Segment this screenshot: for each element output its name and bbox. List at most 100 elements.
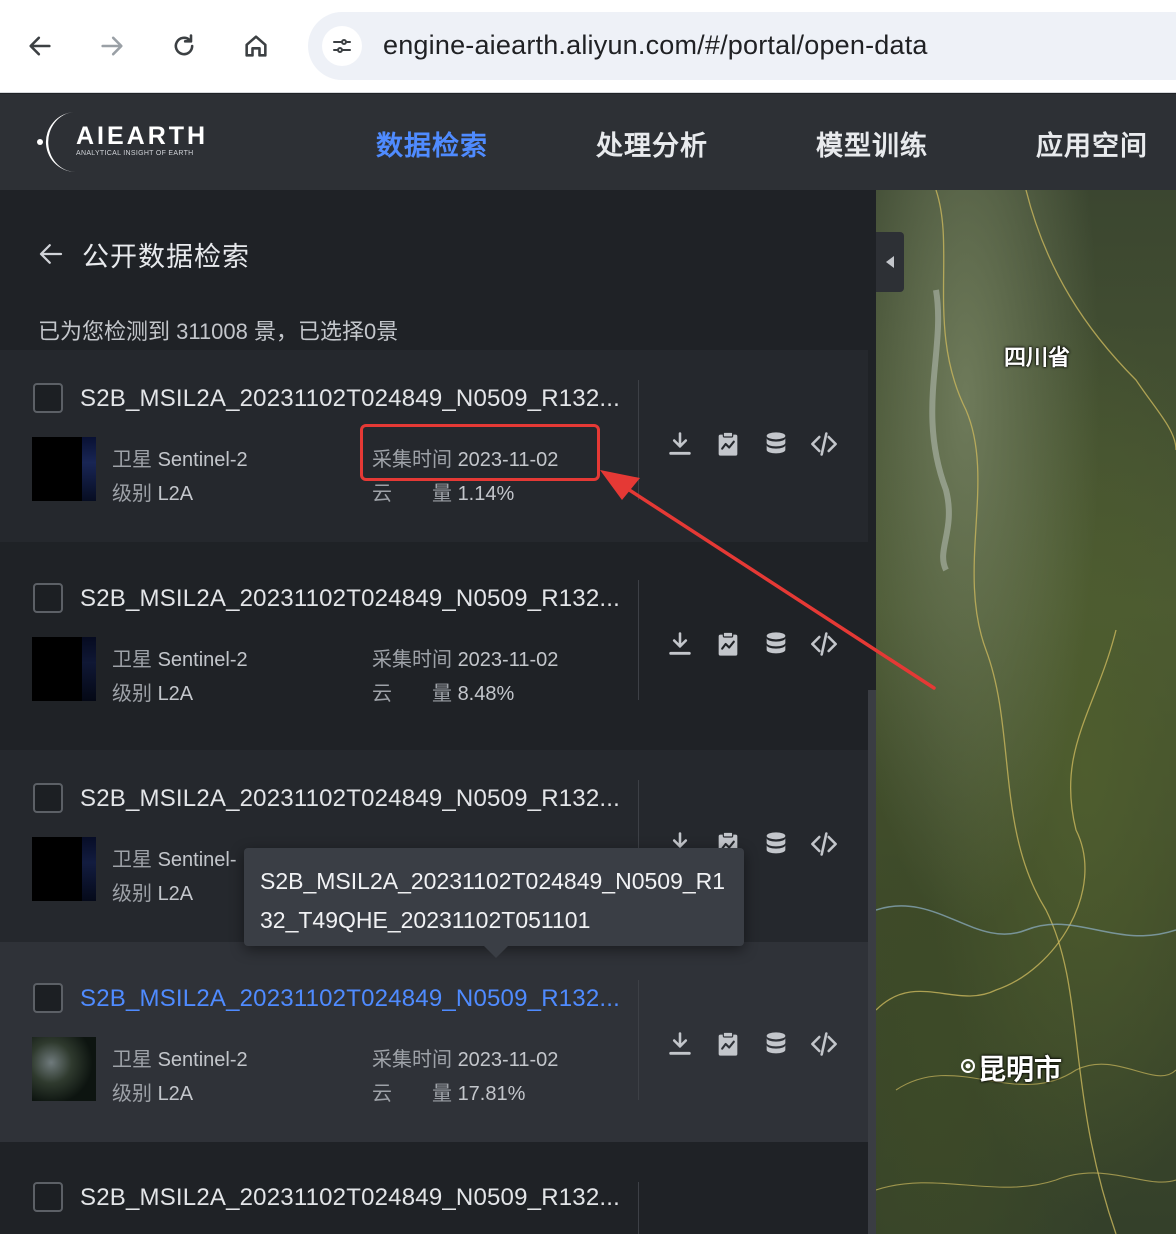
browser-home-button[interactable]	[235, 25, 277, 67]
time-label: 采集时间	[372, 1049, 452, 1071]
result-row[interactable]: S2B_MSIL2A_20231102T024849_N0509_R132...	[0, 1142, 868, 1234]
clipboard-chart-icon[interactable]	[712, 628, 744, 660]
map-label-sichuan: 四川省	[1004, 345, 1071, 370]
level-label: 级别	[112, 883, 152, 905]
level-value: L2A	[157, 1083, 194, 1105]
satellite-field: 卫星 Sentinel-2	[112, 643, 248, 672]
search-results-panel: 公开数据检索 已为您检测到 311008 景，已选择0景 S2B_MSIL2A_…	[0, 190, 876, 1234]
level-field: 级别 L2A	[112, 877, 193, 906]
browser-back-button[interactable]	[19, 25, 61, 67]
url-text[interactable]: engine-aiearth.aliyun.com/#/portal/open-…	[383, 30, 928, 61]
time-field: 采集时间 2023-11-02	[372, 643, 558, 672]
cloud-value: 17.81%	[457, 1083, 526, 1105]
row-checkbox[interactable]	[33, 383, 63, 413]
cloud-field: 云 量 1.14%	[372, 477, 514, 506]
level-label: 级别	[112, 683, 152, 705]
level-value: L2A	[157, 683, 194, 705]
divider	[638, 380, 639, 500]
browser-toolbar: engine-aiearth.aliyun.com/#/portal/open-…	[0, 0, 1176, 93]
nav-app-space[interactable]: 应用空间	[1036, 124, 1148, 163]
result-title[interactable]: S2B_MSIL2A_20231102T024849_N0509_R132...	[80, 1184, 625, 1212]
satellite-value: Sentinel-2	[157, 1049, 248, 1071]
level-label: 级别	[112, 483, 152, 505]
code-icon[interactable]	[808, 1028, 840, 1060]
satellite-value: Sentinel-2	[157, 449, 248, 471]
result-thumbnail[interactable]	[32, 837, 96, 901]
code-icon[interactable]	[808, 828, 840, 860]
caret-left-icon	[886, 256, 894, 268]
city-marker-icon	[961, 1059, 975, 1073]
site-settings-icon[interactable]	[322, 26, 362, 66]
scrollbar[interactable]	[868, 690, 876, 1234]
nav-data-search[interactable]: 数据检索	[376, 124, 488, 163]
download-icon[interactable]	[664, 1028, 696, 1060]
tooltip-arrow	[484, 946, 508, 958]
cloud-value: 1.14%	[457, 483, 515, 505]
row-actions	[664, 628, 840, 660]
time-value: 2023-11-02	[457, 1049, 559, 1071]
arrow-left-icon[interactable]	[36, 239, 66, 269]
panel-header: 公开数据检索	[36, 234, 250, 274]
level-label: 级别	[112, 1083, 152, 1105]
row-actions	[664, 428, 840, 460]
row-checkbox[interactable]	[33, 783, 63, 813]
divider	[638, 580, 639, 700]
result-thumbnail[interactable]	[32, 1037, 96, 1101]
database-icon[interactable]	[760, 828, 792, 860]
row-checkbox[interactable]	[33, 583, 63, 613]
database-icon[interactable]	[760, 1028, 792, 1060]
row-checkbox[interactable]	[33, 1182, 63, 1212]
result-title[interactable]: S2B_MSIL2A_20231102T024849_N0509_R132...	[80, 785, 625, 813]
satellite-field: 卫星 Sentinel-2	[112, 1043, 248, 1072]
cloud-value: 8.48%	[457, 683, 515, 705]
arrow-right-icon	[101, 36, 123, 56]
nav-processing-analysis[interactable]: 处理分析	[596, 124, 708, 163]
address-bar[interactable]: engine-aiearth.aliyun.com/#/portal/open-…	[308, 12, 1176, 80]
result-row-hovered[interactable]: S2B_MSIL2A_20231102T024849_N0509_R132...…	[0, 942, 868, 1142]
clipboard-chart-icon[interactable]	[712, 428, 744, 460]
panel-title: 公开数据检索	[82, 241, 250, 272]
satellite-label: 卫星	[112, 1049, 152, 1071]
satellite-map[interactable]: 四川省 昆明市	[876, 190, 1176, 1234]
result-title[interactable]: S2B_MSIL2A_20231102T024849_N0509_R132...	[80, 385, 625, 413]
nav-model-training[interactable]: 模型训练	[816, 124, 928, 163]
clipboard-chart-icon[interactable]	[712, 1028, 744, 1060]
app-header: AIEARTH ANALYTICAL INSIGHT OF EARTH 数据检索…	[0, 94, 1176, 190]
result-thumbnail[interactable]	[32, 637, 96, 701]
result-title[interactable]: S2B_MSIL2A_20231102T024849_N0509_R132...	[80, 985, 625, 1013]
download-icon[interactable]	[664, 628, 696, 660]
satellite-value: Sentinel-	[157, 849, 237, 871]
time-value: 2023-11-02	[457, 649, 559, 671]
result-summary: 已为您检测到 311008 景，已选择0景	[38, 319, 399, 344]
level-field: 级别 L2A	[112, 677, 193, 706]
logo-subtitle: ANALYTICAL INSIGHT OF EARTH	[76, 150, 194, 157]
result-row[interactable]: S2B_MSIL2A_20231102T024849_N0509_R132...…	[0, 550, 868, 742]
divider	[638, 1182, 639, 1234]
tooltip-text: S2B_MSIL2A_20231102T024849_N0509_R132_T4…	[260, 868, 726, 933]
logo[interactable]: AIEARTH ANALYTICAL INSIGHT OF EARTH	[34, 108, 214, 174]
database-icon[interactable]	[760, 628, 792, 660]
database-icon[interactable]	[760, 428, 792, 460]
result-title[interactable]: S2B_MSIL2A_20231102T024849_N0509_R132...	[80, 585, 625, 613]
map-label-kunming: 昆明市	[978, 1054, 1063, 1085]
collapse-panel-button[interactable]	[876, 232, 904, 292]
satellite-label: 卫星	[112, 449, 152, 471]
code-icon[interactable]	[808, 428, 840, 460]
code-icon[interactable]	[808, 628, 840, 660]
time-field: 采集时间 2023-11-02	[372, 1043, 558, 1072]
cloud-label: 云 量	[372, 483, 452, 505]
arrow-left-icon	[29, 36, 51, 56]
browser-forward-button[interactable]	[91, 25, 133, 67]
satellite-label: 卫星	[112, 849, 152, 871]
level-field: 级别 L2A	[112, 477, 193, 506]
satellite-label: 卫星	[112, 649, 152, 671]
download-icon[interactable]	[664, 428, 696, 460]
cloud-label: 云 量	[372, 1083, 452, 1105]
result-thumbnail[interactable]	[32, 437, 96, 501]
cloud-field: 云 量 17.81%	[372, 1077, 525, 1106]
logo-text: AIEARTH	[76, 122, 209, 150]
browser-reload-button[interactable]	[163, 25, 205, 67]
row-actions	[664, 1028, 840, 1060]
satellite-value: Sentinel-2	[157, 649, 248, 671]
row-checkbox[interactable]	[33, 983, 63, 1013]
